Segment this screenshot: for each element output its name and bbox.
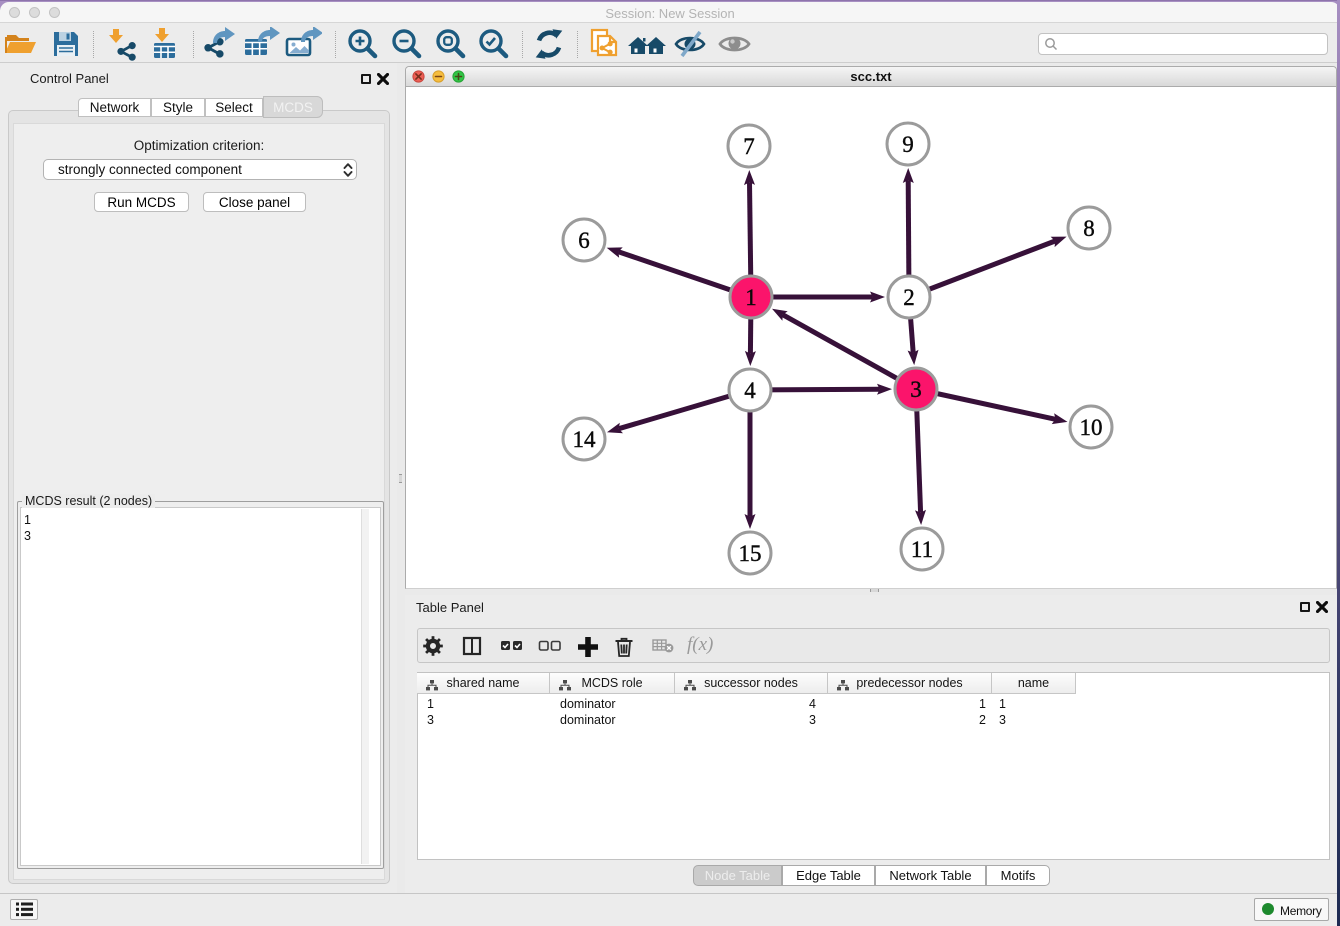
svg-text:7: 7 xyxy=(743,134,755,159)
svg-text:11: 11 xyxy=(911,537,933,562)
svg-text:2: 2 xyxy=(903,285,915,310)
svg-text:15: 15 xyxy=(739,541,762,566)
svg-text:4: 4 xyxy=(744,378,756,403)
svg-text:1: 1 xyxy=(745,285,757,310)
svg-text:3: 3 xyxy=(910,377,922,402)
svg-text:6: 6 xyxy=(578,228,590,253)
svg-text:8: 8 xyxy=(1083,216,1095,241)
svg-text:10: 10 xyxy=(1080,415,1103,440)
svg-text:14: 14 xyxy=(573,427,597,452)
svg-text:9: 9 xyxy=(902,132,914,157)
